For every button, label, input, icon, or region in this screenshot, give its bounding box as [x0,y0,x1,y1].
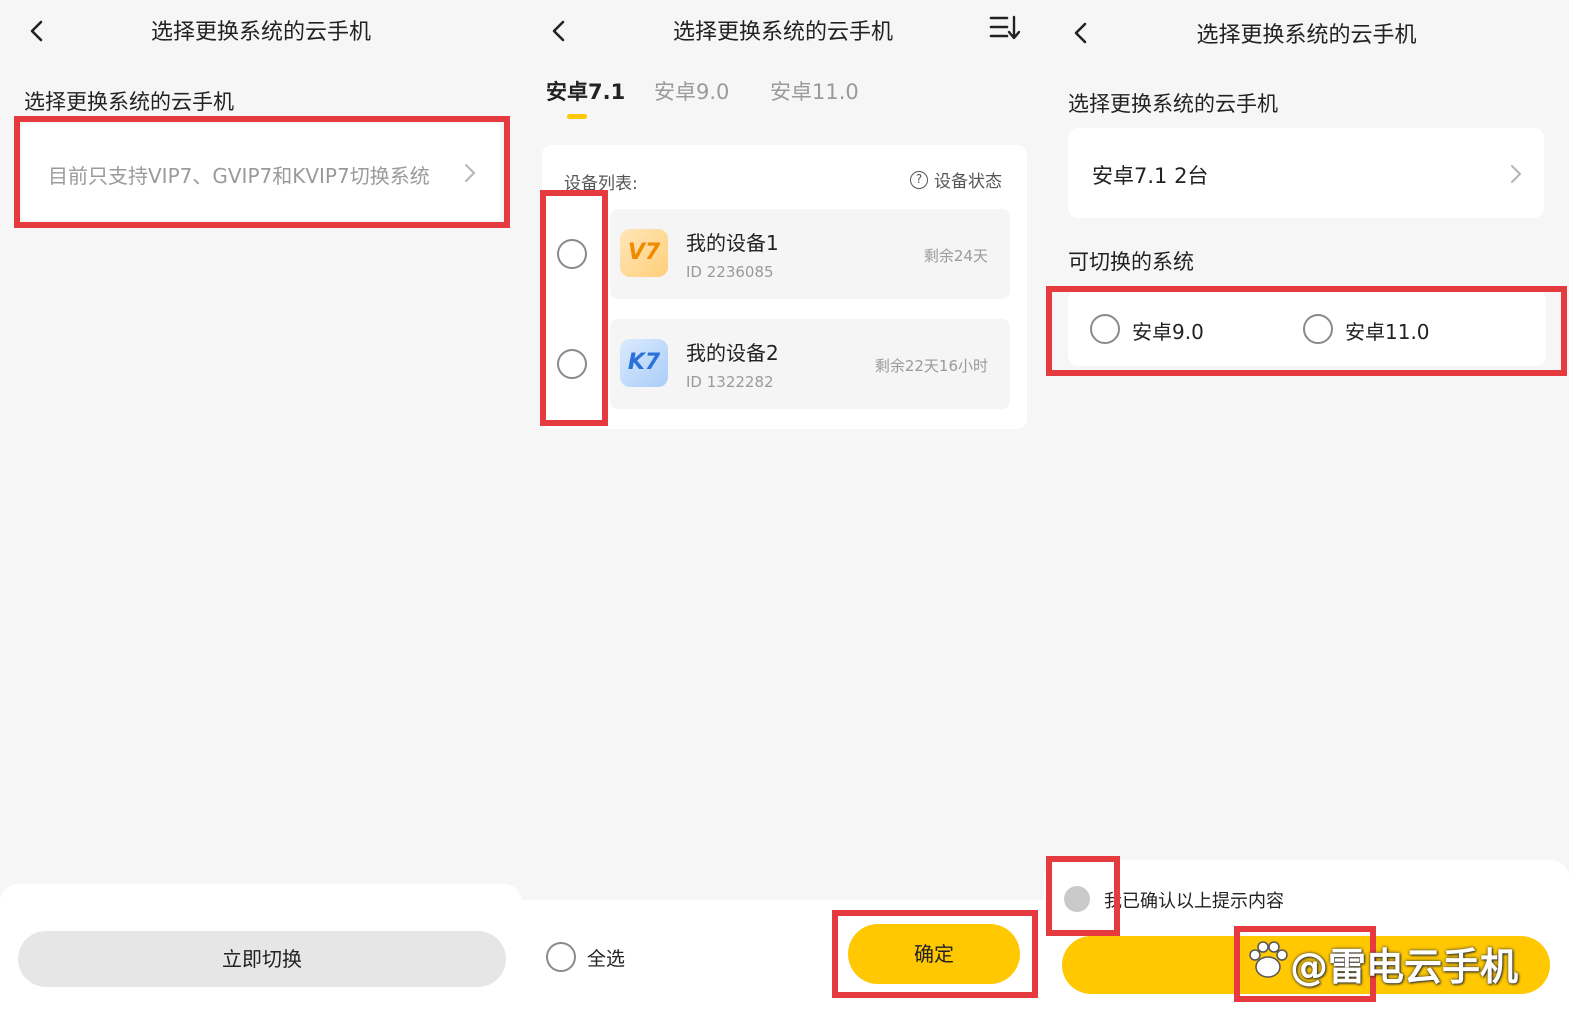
device-name: 我的设备2 [686,341,779,365]
panel-device-list: 选择更换系统的云手机 安卓7.1 安卓9.0 安卓11.0 设备列表: ? 设备… [522,0,1044,1024]
chevron-right-icon [1511,165,1522,183]
select-all-label[interactable]: 全选 [587,944,625,971]
device-list-card: 设备列表: ? 设备状态 V7 我的设备1 ID 2236085 剩余24天 K… [542,145,1027,429]
highlight-box [832,910,1038,998]
sort-menu-icon[interactable] [988,14,1020,42]
selected-devices-row[interactable]: 安卓7.1 2台 [1068,128,1544,218]
device-remaining: 剩余24天 [923,247,988,265]
help-icon: ? [910,170,928,189]
k7-badge-icon: K7 [620,339,668,387]
selected-devices-summary: 安卓7.1 2台 [1092,164,1209,188]
highlight-box [14,116,510,228]
panel-select-phone-initial: 选择更换系统的云手机 选择更换系统的云手机 目前只支持VIP7、GVIP7和KV… [0,0,522,1024]
device-id: ID 1322282 [686,373,774,391]
highlight-box [1046,286,1567,376]
highlight-box [1046,856,1120,936]
v7-badge-icon: V7 [620,229,668,277]
switch-now-button[interactable]: 立即切换 [18,931,506,987]
device-status-link[interactable]: ? 设备状态 [910,167,1002,192]
select-all-radio[interactable] [546,942,576,972]
tab-android-7-1[interactable]: 安卓7.1 [546,76,625,106]
device-name: 我的设备1 [686,231,779,255]
section-label: 选择更换系统的云手机 [24,90,234,114]
page-title: 选择更换系统的云手机 [150,20,371,45]
device-item[interactable]: V7 我的设备1 ID 2236085 剩余24天 [610,209,1010,299]
panel-select-system: 选择更换系统的云手机 选择更换系统的云手机 安卓7.1 2台 可切换的系统 安卓… [1044,0,1569,1024]
device-item[interactable]: K7 我的设备2 ID 1322282 剩余22天16小时 [610,319,1010,409]
section-label: 选择更换系统的云手机 [1068,92,1278,116]
bottom-bar: 立即切换 [0,884,522,1024]
page-title: 选择更换系统的云手机 [1196,23,1417,48]
tab-android-9-0[interactable]: 安卓9.0 [654,76,729,106]
tab-android-11-0[interactable]: 安卓11.0 [770,76,859,106]
device-status-label: 设备状态 [934,172,1002,192]
paw-logo-icon [1246,938,1290,982]
active-tab-indicator [567,114,587,119]
confirm-notice-text: 我已确认以上提示内容 [1104,891,1284,912]
switchable-systems-label: 可切换的系统 [1068,250,1194,274]
page-title: 选择更换系统的云手机 [672,20,893,45]
highlight-box [540,190,608,426]
device-id: ID 2236085 [686,263,774,281]
watermark-text: @雷电云手机 [1290,945,1519,989]
device-remaining: 剩余22天16小时 [874,357,988,375]
